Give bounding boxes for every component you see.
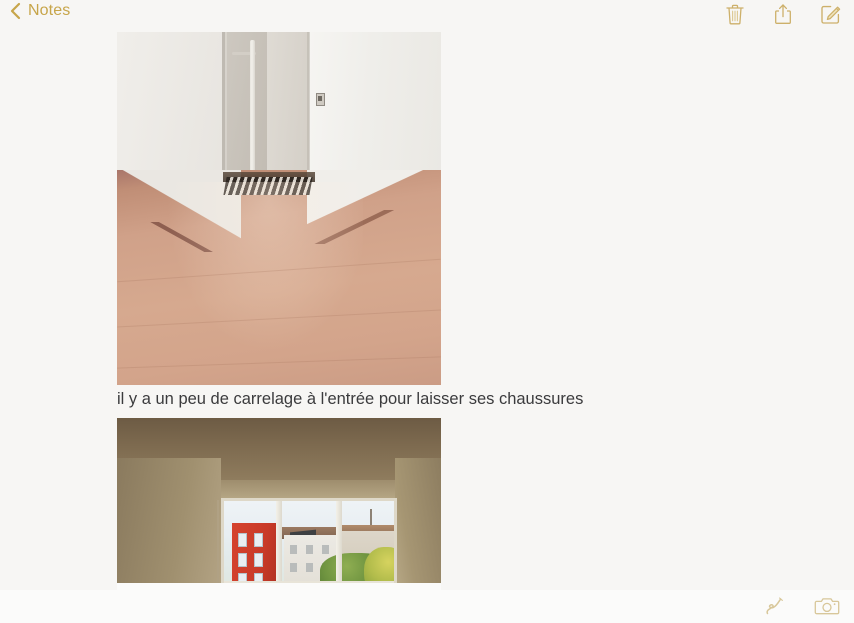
- photo2-red-window: [254, 533, 263, 547]
- note-photo-room-window[interactable]: [117, 418, 441, 590]
- top-actions-group: [722, 0, 844, 28]
- photo2-building-window: [306, 545, 313, 554]
- photo2-soffit: [215, 480, 401, 500]
- photo2-building-window: [322, 545, 329, 554]
- photo2-building-window: [306, 563, 313, 572]
- share-icon: [775, 4, 791, 24]
- markup-button[interactable]: [762, 592, 788, 620]
- note-content-area[interactable]: il y a un peu de carrelage à l'entrée po…: [0, 0, 854, 623]
- photo1-light-switch: [316, 93, 325, 106]
- back-to-notes-button[interactable]: Notes: [8, 2, 70, 20]
- back-button-label: Notes: [28, 2, 71, 19]
- photo2-red-window: [238, 553, 247, 567]
- note-caption[interactable]: il y a un peu de carrelage à l'entrée po…: [117, 388, 737, 410]
- delete-note-button[interactable]: [722, 0, 748, 28]
- photo2-building-window: [290, 563, 297, 572]
- top-toolbar: Notes: [0, 0, 854, 30]
- photo2-window-mullion: [276, 501, 282, 587]
- bottom-toolbar: [0, 588, 854, 623]
- photo2-wall-right: [395, 458, 441, 590]
- photo2-building-window: [290, 545, 297, 554]
- trash-icon: [726, 4, 744, 25]
- photo2-wall-left: [117, 458, 221, 590]
- photo2-curtain-rail: [217, 500, 219, 588]
- compose-note-button[interactable]: [818, 0, 844, 28]
- compose-icon: [821, 5, 841, 24]
- note-photo-room-empty[interactable]: [117, 32, 441, 385]
- photo2-red-window: [238, 533, 247, 547]
- chevron-left-icon: [10, 2, 21, 20]
- photo1-door-recess: [267, 32, 309, 178]
- camera-button[interactable]: [814, 592, 840, 620]
- photo2-red-building: [232, 523, 280, 587]
- photo1-door-jamb: [222, 32, 225, 184]
- bottom-actions-group: [762, 592, 840, 620]
- photo2-window-mullion: [336, 501, 342, 587]
- scribble-icon: [766, 597, 783, 615]
- photo2-red-window: [254, 553, 263, 567]
- photo1-pipe: [250, 40, 255, 180]
- photo2-window: [221, 498, 397, 590]
- camera-icon: [814, 598, 840, 615]
- share-note-button[interactable]: [770, 0, 796, 28]
